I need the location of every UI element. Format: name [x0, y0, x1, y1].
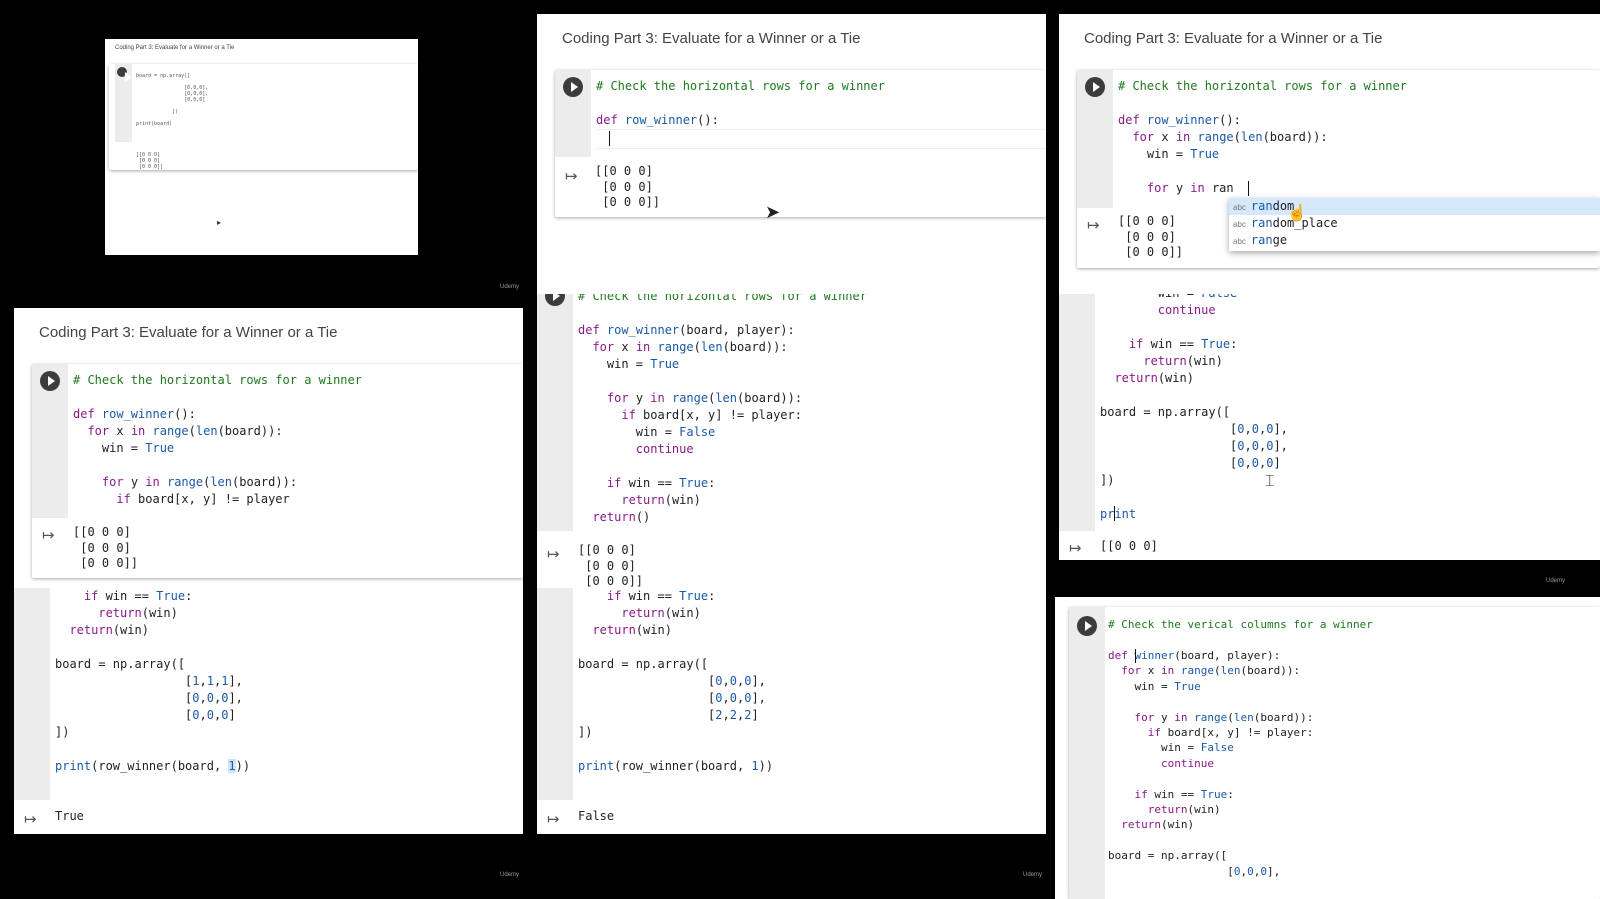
- panel-8-slide: if win == True: return(win) return(win) …: [537, 588, 1046, 834]
- panel-2-comment[interactable]: # Check the horizontal rows for a winner: [596, 78, 885, 95]
- output-icon[interactable]: ↦: [565, 167, 578, 185]
- panel-3-output: [[0 0 0] [0 0 0] [0 0 0]]: [1118, 214, 1184, 259]
- output-icon[interactable]: ↦: [24, 810, 37, 828]
- panel-2-def-line[interactable]: def row_winner():: [596, 112, 719, 129]
- panel-4-slide: Coding Part 3: Evaluate for a Winner or …: [14, 308, 523, 588]
- text-cursor: [1135, 649, 1136, 663]
- panel-7-gutter: [14, 588, 50, 800]
- panel-8-code[interactable]: if win == True: return(win) return(win) …: [578, 588, 773, 775]
- panel-9-gutter: [1069, 607, 1105, 899]
- autocomplete-item[interactable]: abc random_place: [1229, 215, 1600, 232]
- panel-9-cell: # Check the verical columns for a winner…: [1069, 607, 1600, 899]
- panel-4-title: Coding Part 3: Evaluate for a Winner or …: [39, 324, 338, 341]
- panel-2-run-button[interactable]: [563, 77, 583, 97]
- panel-5-code[interactable]: def row_winner(board, player): for x in …: [578, 322, 802, 526]
- autocomplete-item[interactable]: abc range: [1229, 232, 1600, 249]
- panel-1-code[interactable]: board = np.array([ [0,0,0], [0,0,0], [0,…: [136, 73, 208, 127]
- output-icon[interactable]: ↦: [547, 545, 560, 563]
- text-cursor-ibeam-icon: ⌶: [1265, 473, 1275, 490]
- panel-5-slide: # Check the horizontal rows for a winner…: [537, 294, 1046, 588]
- panel-3-slide: Coding Part 3: Evaluate for a Winner or …: [1059, 14, 1600, 294]
- panel-4-code[interactable]: def row_winner(): for x in range(len(boa…: [73, 406, 297, 508]
- panel-1-title: Coding Part 3: Evaluate for a Winner or …: [115, 45, 235, 51]
- panel-5-comment[interactable]: # Check the horizontal rows for a winner: [578, 294, 867, 305]
- panel-4-output: [[0 0 0] [0 0 0] [0 0 0]]: [73, 525, 139, 570]
- panel-2-cell: # Check the horizontal rows for a winner…: [555, 70, 1046, 217]
- panel-9-comment[interactable]: # Check the verical columns for a winner: [1108, 617, 1373, 632]
- panel-9-code[interactable]: def winner(board, player): for x in rang…: [1108, 648, 1313, 879]
- watermark-1: Udemy: [500, 284, 520, 290]
- panel-8-output: False: [578, 809, 615, 823]
- panel-6-output: [[0 0 0]: [1100, 539, 1158, 553]
- output-icon[interactable]: ↦: [42, 526, 55, 544]
- output-icon[interactable]: ↦: [1087, 216, 1100, 234]
- panel-6-slide: win = False continue if win == True: ret…: [1059, 294, 1600, 560]
- panel-1-cell: board = np.array([ [0,0,0], [0,0,0], [0,…: [109, 64, 418, 170]
- panel-1-output: [[0 0 0] [0 0 0] [0 0 0]]: [136, 152, 164, 170]
- panel-6-gutter: [1059, 294, 1095, 531]
- panel-9-run-button[interactable]: [1077, 616, 1097, 636]
- panel-9-slide: # Check the verical columns for a winner…: [1055, 597, 1600, 899]
- panel-3-comment[interactable]: # Check the horizontal rows for a winner: [1118, 78, 1407, 95]
- text-cursor: [1248, 181, 1249, 196]
- panel-5-output: [[0 0 0] [0 0 0] [0 0 0]]: [578, 543, 644, 588]
- panel-4-comment[interactable]: # Check the horizontal rows for a winner: [73, 372, 362, 389]
- panel-2-title: Coding Part 3: Evaluate for a Winner or …: [562, 30, 861, 47]
- autocomplete-item[interactable]: abc random: [1229, 198, 1600, 215]
- panel-3-title: Coding Part 3: Evaluate for a Winner or …: [1084, 30, 1383, 47]
- text-cursor: [609, 131, 610, 146]
- panel-1-slide: Coding Part 3: Evaluate for a Winner or …: [105, 39, 418, 255]
- panel-3-run-button[interactable]: [1085, 77, 1105, 97]
- text-cursor: [1114, 506, 1115, 521]
- panel-7-code[interactable]: if win == True: return(win) return(win) …: [55, 588, 250, 775]
- mouse-pointer-icon: ☝: [1287, 205, 1307, 222]
- panel-4-run-button[interactable]: [40, 371, 60, 391]
- watermark-4: Udemy: [1023, 872, 1043, 878]
- autocomplete-dropdown[interactable]: abc random abc random_place abc range: [1229, 198, 1600, 251]
- panel-5-gutter: [537, 294, 573, 531]
- panel-2-active-line[interactable]: [595, 129, 1046, 149]
- watermark-2: Udemy: [1546, 578, 1566, 584]
- panel-7-output: True: [55, 809, 84, 823]
- watermark-3: Udemy: [500, 872, 520, 878]
- output-icon[interactable]: ↦: [1069, 539, 1082, 557]
- panel-7-slide: if win == True: return(win) return(win) …: [14, 588, 523, 834]
- panel-2-output: [[0 0 0] [0 0 0] [0 0 0]]: [595, 164, 661, 209]
- panel-8-gutter: [537, 588, 573, 800]
- panel-4-cell: # Check the horizontal rows for a winner…: [32, 364, 523, 578]
- panel-6-code[interactable]: win = False continue if win == True: ret…: [1100, 294, 1288, 523]
- panel-2-slide: Coding Part 3: Evaluate for a Winner or …: [537, 14, 1046, 294]
- panel-1-run-button[interactable]: [117, 67, 132, 82]
- output-icon[interactable]: ↦: [547, 810, 560, 828]
- mouse-pointer-icon: ➤: [765, 202, 781, 222]
- mouse-pointer-icon: ▸: [217, 218, 222, 227]
- panel-3-code[interactable]: def row_winner(): for x in range(len(boa…: [1118, 112, 1328, 197]
